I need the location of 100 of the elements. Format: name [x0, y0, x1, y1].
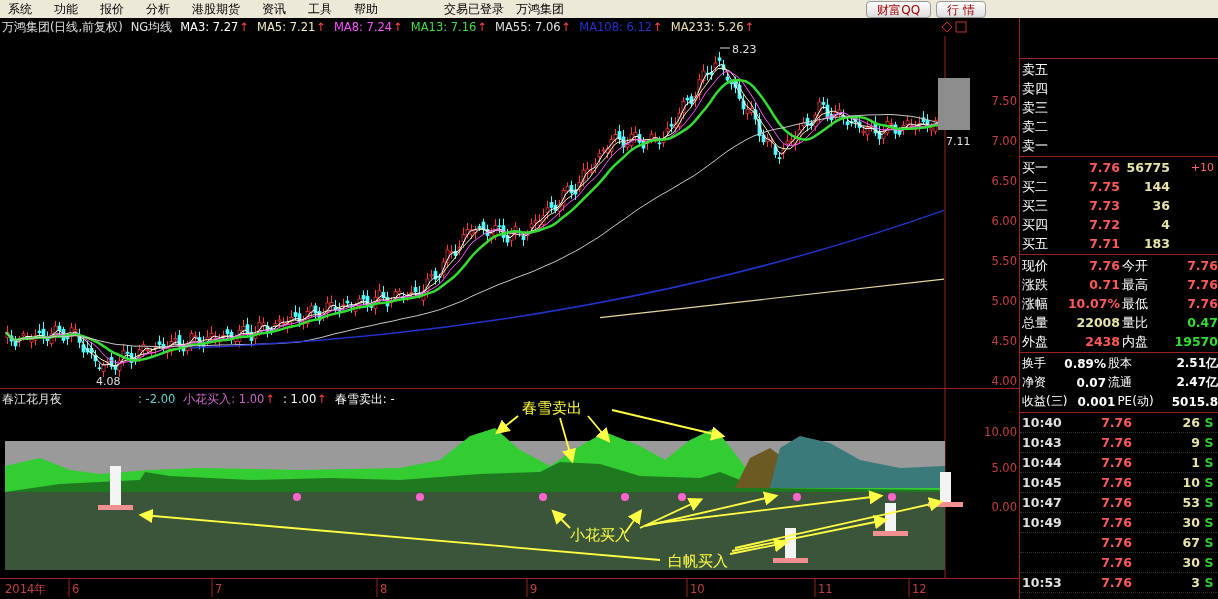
bid-volume: 144 [1142, 179, 1170, 194]
bid-level-label: 买四 [1022, 215, 1049, 234]
quote-value: 10.07% [1066, 296, 1120, 311]
trade-side: S [1203, 575, 1215, 590]
menu-item[interactable]: 港股期货 [184, 0, 240, 18]
menu-item[interactable]: 系统 [0, 0, 32, 18]
bid-level-label: 买二 [1022, 177, 1049, 196]
indicator-tick: 5.00 [991, 461, 1017, 475]
indicator-legend-item: 小花买入: 1.00↑ [183, 391, 276, 407]
menu-item[interactable]: 报价 [92, 0, 124, 18]
date-tick: 11 [818, 582, 833, 596]
ma-legend-item: MA55: 7.06↑ [495, 20, 572, 34]
quote-label: 量比 [1122, 313, 1148, 332]
bid-level-label: 买三 [1022, 196, 1049, 215]
menu-item[interactable]: 帮助 [346, 0, 378, 18]
date-tick: 10 [690, 582, 705, 596]
indicator-legend-item: : -2.00 [138, 392, 176, 406]
ask-level-label: 卖四 [1022, 79, 1049, 98]
ma-legend-item: MA3: 7.27↑ [180, 20, 250, 34]
date-tick: 7 [215, 582, 223, 596]
bid-price: 7.73 [1088, 198, 1120, 213]
date-tick: 9 [530, 582, 538, 596]
date-tick: 12 [912, 582, 927, 596]
date-tick: 2014年 [5, 582, 47, 596]
quote-value: 22008 [1075, 315, 1120, 330]
ma-legend-item: MA233: 5.26↑ [670, 20, 755, 34]
quote-value: 7.76 [1088, 258, 1120, 273]
trade-price: 7.76 [1100, 455, 1132, 470]
trade-volume: 10 [1181, 475, 1200, 490]
ask-level-label: 卖一 [1022, 136, 1049, 155]
quote-label: 涨跌 [1022, 275, 1049, 294]
info-value: 0.07 [1075, 375, 1106, 390]
menu-item[interactable]: 分析 [138, 0, 170, 18]
trade-side: S [1203, 515, 1215, 530]
bid-volume: 183 [1142, 236, 1170, 251]
toolbar-button[interactable]: 行 情 [936, 0, 986, 18]
indicator-legend-item: : 1.00↑ [283, 392, 327, 406]
bid-price: 7.76 [1088, 160, 1120, 175]
trade-price: 7.76 [1100, 435, 1132, 450]
stock-name: 万鸿集团 [515, 0, 564, 18]
trade-side: S [1203, 555, 1215, 570]
trade-volume: 26 [1181, 415, 1200, 430]
indicator-name: NG均线 [130, 19, 173, 35]
ma-legend-item: MA108: 6.12↑ [579, 20, 663, 34]
info-value: 0.89% [1063, 356, 1106, 371]
info-label: 股本 [1108, 355, 1132, 372]
trade-price: 7.76 [1100, 515, 1132, 530]
menu-item[interactable]: 功能 [46, 0, 78, 18]
quote-value: 19570 [1173, 334, 1218, 349]
bid-price: 7.72 [1088, 217, 1120, 232]
ma-legend-item: MA13: 7.16↑ [410, 20, 488, 34]
bid-level-label: 买五 [1022, 234, 1049, 253]
ma-legend-item: MA5: 7.21↑ [257, 20, 326, 34]
trade-volume: 67 [1181, 535, 1200, 550]
info-label: 换手 [1022, 355, 1047, 372]
trade-side: S [1203, 535, 1215, 550]
toolbar-button[interactable]: 财富QQ [866, 0, 932, 18]
info-label: 收益(三) [1022, 393, 1068, 410]
trade-volume: 53 [1181, 495, 1200, 510]
quote-value: 2438 [1084, 334, 1120, 349]
quote-value: 7.76 [1186, 277, 1218, 292]
trade-volume: 30 [1181, 515, 1200, 530]
indicator-tick: 0.00 [991, 500, 1017, 514]
trade-side: S [1203, 475, 1215, 490]
bid-price: 7.71 [1088, 236, 1120, 251]
trade-time: 10:49 [1022, 515, 1063, 530]
high-price-label: 8.23 [732, 43, 757, 56]
annotation-label: 白帆买入 [668, 552, 728, 570]
trade-side: S [1203, 495, 1215, 510]
trade-price: 7.76 [1100, 415, 1132, 430]
quote-label: 现价 [1022, 256, 1049, 275]
quote-label: 最高 [1122, 275, 1148, 294]
indicator-title: 春江花月夜 [2, 391, 62, 407]
date-tick: 8 [380, 582, 388, 596]
last-price-label: 7.11 [946, 135, 971, 148]
info-label: 净资 [1022, 374, 1047, 391]
trade-time: 10:53 [1022, 575, 1063, 590]
quote-label: 涨幅 [1022, 294, 1049, 313]
trade-price: 7.76 [1100, 575, 1132, 590]
bid-level-label: 买一 [1022, 158, 1049, 177]
menu-item[interactable]: 工具 [300, 0, 332, 18]
trade-price: 7.76 [1100, 475, 1132, 490]
indicator-tick: 10.00 [984, 425, 1017, 439]
date-tick: 6 [72, 582, 80, 596]
menu-item[interactable]: 资讯 [254, 0, 286, 18]
trade-time: 10:44 [1022, 455, 1063, 470]
indicator-legend-item: 春雪卖出: - [334, 391, 395, 407]
trade-price: 7.76 [1100, 535, 1132, 550]
price-tick: 6.50 [991, 174, 1017, 188]
bid-volume: 36 [1151, 198, 1170, 213]
bid-change: +10 [1189, 161, 1214, 174]
annotation-label: 春雪卖出 [522, 399, 582, 417]
trade-time: 10:45 [1022, 475, 1063, 490]
info-label: PE(动) [1117, 393, 1154, 410]
quote-value: 7.76 [1186, 296, 1218, 311]
quote-value: 0.71 [1088, 277, 1120, 292]
trade-volume: 30 [1181, 555, 1200, 570]
ask-level-label: 卖五 [1022, 60, 1049, 79]
bid-volume: 56775 [1125, 160, 1170, 175]
chart-title: 万鸿集团(日线,前复权) [2, 19, 123, 35]
